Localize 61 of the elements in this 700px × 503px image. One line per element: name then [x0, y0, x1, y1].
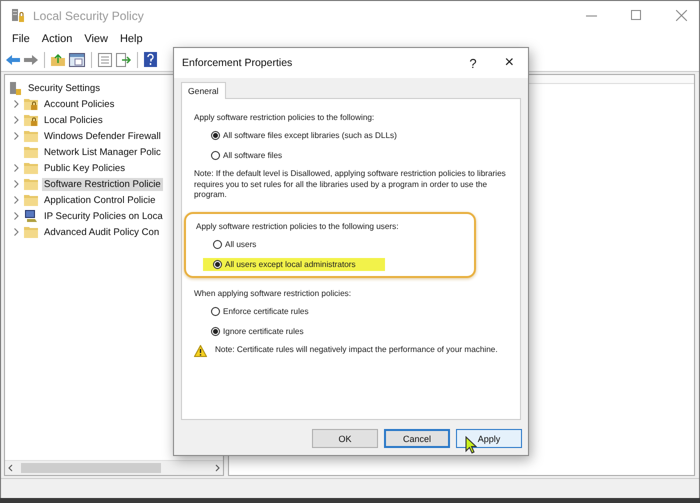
radio-button[interactable]: [211, 151, 220, 160]
radio-button[interactable]: [213, 240, 222, 249]
forward-arrow-icon[interactable]: [24, 54, 38, 66]
tree-item[interactable]: Network List Manager Polic: [42, 146, 163, 158]
close-button[interactable]: ×: [504, 54, 514, 72]
section-heading: Apply software restriction policies to the following users:: [196, 222, 400, 231]
tree-item[interactable]: Public Key Policies: [42, 162, 128, 174]
computer-icon: [24, 209, 38, 223]
menu-item[interactable]: Action: [36, 33, 78, 45]
radio-button[interactable]: [211, 306, 220, 316]
tree-pane-icon[interactable]: [69, 52, 85, 66]
cursor-icon: [465, 436, 477, 454]
note-text: Note: Certificate rules will negatively impact the performance of your machine.: [215, 344, 499, 356]
menu-item[interactable]: Help: [114, 33, 149, 45]
folder-icon: [24, 178, 38, 190]
maximize-icon[interactable]: [631, 10, 642, 21]
back-arrow-icon[interactable]: [6, 54, 20, 66]
radio-button[interactable]: [213, 260, 222, 269]
menu-item[interactable]: View: [78, 33, 114, 45]
scrollbar-thumb[interactable]: [21, 463, 161, 473]
option-label[interactable]: All users: [225, 240, 256, 249]
close-icon[interactable]: [676, 10, 687, 21]
tree-item[interactable]: Software Restriction Policie: [42, 178, 163, 190]
folder-icon: [24, 146, 38, 158]
app-icon: [11, 8, 25, 23]
section-heading: Apply software restriction policies to the following:: [194, 113, 376, 122]
option-label[interactable]: All software files except libraries (such as DLLs): [223, 131, 397, 140]
option-label[interactable]: All users except local administrators: [225, 260, 356, 269]
dialog-button[interactable]: Cancel: [384, 429, 450, 448]
folder-up-icon[interactable]: [51, 53, 65, 66]
radio-button[interactable]: [211, 326, 220, 336]
dialog-button[interactable]: Apply: [456, 429, 522, 448]
dialog-button[interactable]: OK: [312, 429, 378, 448]
dialog-title: Enforcement Properties: [182, 57, 294, 69]
locked-folder-icon: [24, 114, 38, 126]
radio-button[interactable]: [211, 131, 220, 140]
tree-item[interactable]: Windows Defender Firewall: [42, 130, 163, 142]
option-label[interactable]: Enforce certificate rules: [223, 306, 309, 316]
help-icon[interactable]: [144, 52, 157, 67]
menu-item[interactable]: File: [6, 33, 36, 45]
option-label[interactable]: Ignore certificate rules: [223, 326, 304, 336]
tree-item[interactable]: Account Policies: [42, 98, 116, 110]
section-heading: When applying software restriction policies:: [194, 288, 352, 298]
folder-icon: [24, 162, 38, 174]
window-title: Local Security Policy: [33, 8, 144, 22]
folder-icon: [24, 194, 38, 206]
note-text: Note: If the default level is Disallowed, applying software restriction policies to libraries requires you to set rules for all the libraries used by a program in order to use the program.: [194, 169, 507, 201]
help-button[interactable]: ?: [469, 56, 477, 70]
export-icon[interactable]: [116, 52, 131, 66]
security-settings-icon: [9, 80, 22, 96]
locked-folder-icon: [24, 98, 38, 110]
tree-item[interactable]: Advanced Audit Policy Con: [42, 226, 162, 238]
folder-icon: [24, 130, 38, 142]
tree-item[interactable]: Application Control Policie: [42, 194, 158, 206]
tree-item[interactable]: Local Policies: [42, 114, 105, 126]
option-label[interactable]: All software files: [223, 151, 282, 160]
tab[interactable]: General: [181, 82, 226, 99]
folder-icon: [24, 226, 38, 238]
list-icon[interactable]: [98, 52, 112, 66]
tree-item[interactable]: Security Settings: [26, 82, 102, 94]
tree-item[interactable]: IP Security Policies on Loca: [42, 210, 165, 222]
